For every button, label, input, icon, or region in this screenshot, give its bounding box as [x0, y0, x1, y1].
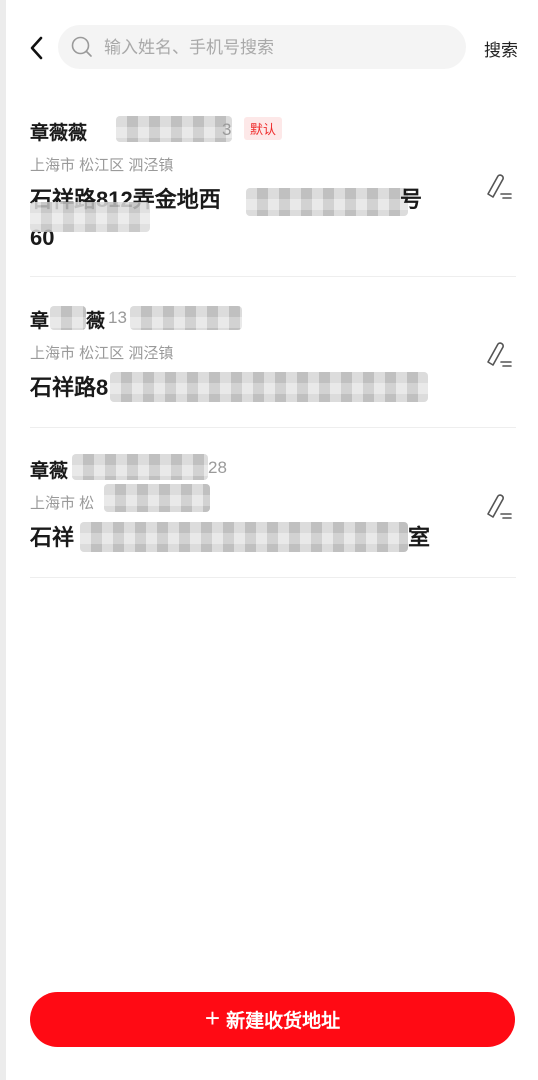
redacted-phone — [130, 306, 242, 330]
redacted-name — [50, 306, 86, 330]
contact-phone: 3 — [222, 120, 232, 139]
redacted-region — [104, 484, 210, 512]
contact-name-first: 章 — [30, 311, 50, 332]
left-edge-strip — [0, 0, 6, 1080]
address-region: 上海市 松 — [30, 495, 95, 512]
redacted-address-line2 — [30, 202, 150, 232]
divider — [30, 276, 516, 277]
search-box[interactable] — [58, 25, 466, 69]
address-item[interactable]: 章 薇 13 上海市 松江区 泗泾镇 石祥路8 — [30, 304, 516, 404]
search-input[interactable] — [102, 32, 456, 64]
search-button[interactable]: 搜索 — [484, 36, 518, 61]
address-detail-end: 室 — [408, 525, 431, 550]
edit-icon[interactable] — [482, 490, 514, 522]
header: 搜索 — [0, 0, 538, 96]
redacted-phone — [72, 454, 208, 480]
redacted-address — [80, 522, 408, 552]
redacted-phone — [116, 116, 232, 142]
contact-name-last: 薇 — [86, 311, 106, 332]
search-icon — [71, 36, 92, 57]
address-item[interactable]: 章薇薇 3 默认 上海市 松江区 泗泾镇 石祥路812弄金地西 号 60 — [30, 116, 516, 266]
add-address-button[interactable]: + 新建收货地址 — [30, 992, 515, 1047]
redacted-address — [246, 188, 408, 216]
edit-icon[interactable] — [482, 338, 514, 370]
contact-phone: 13 — [108, 308, 127, 327]
address-region: 上海市 松江区 泗泾镇 — [30, 345, 174, 362]
address-region: 上海市 松江区 泗泾镇 — [30, 157, 174, 174]
address-item[interactable]: 章薇 28 上海市 松 石祥 室 — [30, 454, 516, 554]
plus-icon: + — [204, 1003, 221, 1033]
contact-name: 章薇 — [30, 461, 69, 482]
divider — [30, 577, 516, 578]
contact-phone: 28 — [208, 458, 227, 477]
divider — [30, 427, 516, 428]
address-detail-end: 号 — [400, 187, 423, 212]
back-button[interactable] — [24, 34, 52, 62]
chevron-left-icon — [30, 36, 43, 60]
redacted-address — [110, 372, 428, 402]
default-badge: 默认 — [244, 117, 283, 140]
edit-icon[interactable] — [482, 170, 514, 202]
contact-name: 章薇薇 — [30, 123, 88, 144]
add-address-label: 新建收货地址 — [226, 1011, 341, 1032]
